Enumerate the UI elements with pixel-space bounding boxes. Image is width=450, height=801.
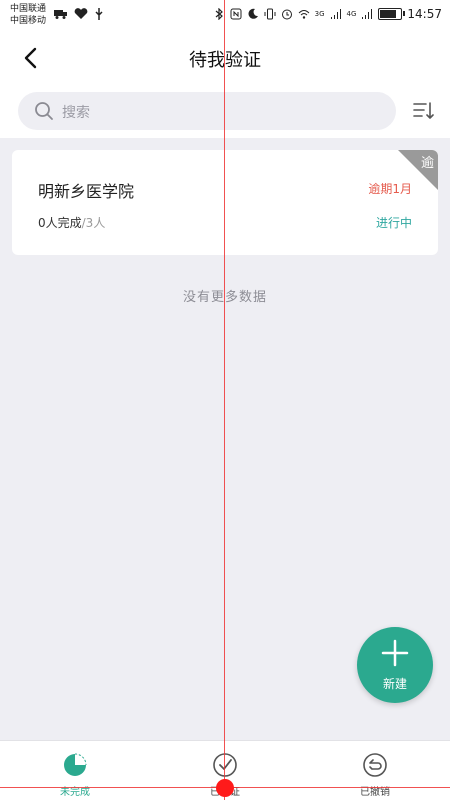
header: 待我验证 [0, 32, 450, 84]
sort-list-icon[interactable] [412, 100, 434, 122]
network-type-2: 4G [346, 10, 357, 18]
carrier-2: 中国移动 [10, 16, 47, 26]
completion-count: 0人完成/3人 [38, 214, 105, 231]
touch-indicator-dot [216, 779, 234, 797]
plus-icon [381, 639, 409, 667]
moon-icon [248, 8, 258, 19]
search-placeholder: 搜索 [62, 105, 90, 121]
carrier-1: 中国联通 [10, 4, 47, 14]
wifi-icon [298, 10, 309, 19]
clock: 14:57 [407, 7, 442, 21]
signal-icon [362, 9, 373, 19]
heart-pulse-icon [74, 8, 88, 19]
new-button-label: 新建 [382, 677, 407, 691]
pie-progress-icon [64, 753, 87, 776]
search-input[interactable]: 搜索 [18, 92, 396, 130]
truck-icon [54, 10, 67, 19]
search-bar-area: 搜索 [0, 84, 450, 138]
alarm-icon [281, 9, 292, 20]
status-bar: 中国联通 中国移动 3G 4G 14:57 [0, 0, 450, 32]
tab-incomplete[interactable]: 未完成 [0, 741, 150, 801]
completed-count: 0人完成 [38, 216, 82, 230]
carrier-labels: 中国联通 中国移动 [10, 3, 46, 27]
card-title: 明新乡医学院 [38, 182, 135, 201]
task-card[interactable]: 明新乡医学院 逾期1月 0人完成/3人 进行中 逾 [12, 150, 438, 255]
usb-icon [95, 8, 103, 20]
bluetooth-icon [215, 8, 223, 20]
check-circle-icon [213, 753, 237, 777]
new-button[interactable]: 新建 [357, 627, 433, 703]
total-count: /3人 [81, 216, 106, 230]
vibrate-icon [264, 8, 276, 20]
undo-circle-icon [363, 753, 387, 777]
no-more-data-text: 没有更多数据 [0, 286, 450, 305]
status-left-icons [54, 8, 104, 20]
tab-label: 已撤销 [360, 787, 390, 798]
page-title: 待我验证 [189, 50, 261, 71]
vertical-guide-line [224, 0, 225, 800]
signal-icon [330, 9, 341, 19]
battery-icon [378, 8, 406, 20]
tab-label: 未完成 [60, 787, 90, 798]
nfc-icon [230, 8, 242, 20]
search-icon [35, 102, 53, 120]
tab-revoked[interactable]: 已撤销 [300, 741, 450, 801]
status-right-icons: 3G 4G 14:57 [213, 7, 442, 21]
corner-badge-label: 逾 [420, 156, 434, 171]
status-label: 进行中 [375, 216, 412, 230]
network-type-1: 3G [314, 10, 325, 18]
